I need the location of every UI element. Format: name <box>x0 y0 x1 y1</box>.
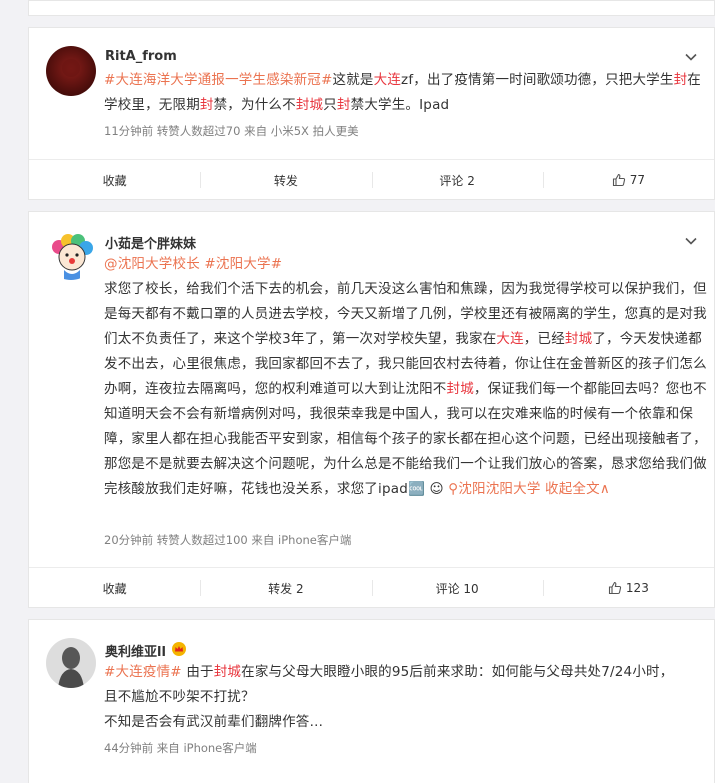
post-meta: 20分钟前 转赞人数超过100 来自 iPhone客户端 <box>104 533 352 547</box>
repost-label: 转发 2 <box>268 581 304 596</box>
thumbs-up-icon <box>612 173 625 187</box>
highlight-text: 封 <box>199 97 214 113</box>
avatar[interactable] <box>46 638 96 688</box>
username[interactable]: 奥利维亚ll <box>105 641 166 660</box>
collect-label: 收藏 <box>102 173 127 188</box>
chevron-down-icon[interactable] <box>684 50 698 64</box>
thumbs-up-icon <box>608 581 622 595</box>
action-bar: 收藏 转发 2 评论 10 123 <box>29 567 714 608</box>
inline-link[interactable]: 收起全文∧ <box>545 481 610 497</box>
repost-button[interactable]: 转发 2 <box>200 568 371 608</box>
comment-label: 评论 10 <box>435 581 479 596</box>
post-content: #大连疫情# 由于封城在家与父母大眼瞪小眼的95后前来求助：如何能与父母共处7/… <box>104 660 704 735</box>
chevron-down-icon[interactable] <box>684 234 698 248</box>
text-segment: 🆒 ☺ <box>407 481 449 497</box>
post-content: #大连海洋大学通报一学生感染新冠#这就是大连zf，出了疫情第一时间歌颂功德，只把… <box>104 68 704 118</box>
topic-link[interactable]: #大连海洋大学通报一学生感染新冠# <box>104 72 333 88</box>
like-button[interactable]: 123 <box>542 568 714 608</box>
topic-link[interactable]: #大连疫情# <box>104 664 182 680</box>
comment-label: 评论 2 <box>439 173 475 188</box>
post-card: 小茹是个胖妹妹 @沈阳大学校长 #沈阳大学# 求您了校长，给我们个活下去的机会，前… <box>28 211 715 608</box>
text-segment: 禁大学生。Ipad <box>350 97 450 113</box>
post-meta: 11分钟前 转赞人数超过70 来自 小米5X 拍人更美 <box>104 124 359 138</box>
username[interactable]: 小茹是个胖妹妹 <box>105 233 196 252</box>
post-content: @沈阳大学校长 #沈阳大学# 求您了校长，给我们个活下去的机会，前几天没这么害怕和… <box>104 252 707 502</box>
text-segment: 由于 <box>181 664 214 680</box>
previous-post-card <box>28 0 715 16</box>
inline-link[interactable]: @沈阳大学校长 <box>104 256 200 272</box>
post-card: RitA_from #大连海洋大学通报一学生感染新冠#这就是大连zf，出了疫情第… <box>28 27 715 200</box>
highlight-text: 封 <box>336 97 351 113</box>
text-segment: 这就是 <box>332 72 374 88</box>
text-segment: ，保证我们每一个都能回去吗？您也不知道明天会不会有新增病例对吗，我很荣幸我是中国… <box>104 381 707 497</box>
highlight-text: 封城 <box>213 664 242 680</box>
username[interactable]: RitA_from <box>105 49 177 64</box>
repost-label: 转发 <box>273 173 298 188</box>
avatar[interactable] <box>46 230 96 280</box>
action-bar: 收藏 转发 评论 2 77 <box>29 159 714 200</box>
highlight-text: 封城 <box>295 97 324 113</box>
highlight-text: 封 <box>673 72 688 88</box>
like-count: 77 <box>629 173 646 187</box>
collect-button[interactable]: 收藏 <box>29 568 200 608</box>
member-badge-icon[interactable] <box>172 642 186 656</box>
text-segment: 只 <box>323 97 337 113</box>
collect-button[interactable]: 收藏 <box>29 160 200 200</box>
inline-link[interactable]: ⚲沈阳沈阳大学 <box>448 481 540 497</box>
text-segment: 在家与父母大眼瞪小眼的95后前来求助：如何能与父母共处7/24小时， <box>241 664 674 680</box>
avatar[interactable] <box>46 46 96 96</box>
collect-label: 收藏 <box>102 581 127 596</box>
text-segment: ，已经 <box>523 331 565 347</box>
highlight-text: 封城 <box>564 331 593 347</box>
highlight-text: 大连 <box>496 331 524 347</box>
topic-link[interactable]: #沈阳大学# <box>204 256 282 272</box>
post-meta: 44分钟前 来自 iPhone客户端 <box>104 741 257 755</box>
like-count: 123 <box>625 581 649 595</box>
comment-button[interactable]: 评论 10 <box>371 568 543 608</box>
post-card: 奥利维亚ll #大连疫情# 由于封城在家与父母大眼瞪小眼的95后前来求助：如何能… <box>28 619 715 783</box>
text-segment: zf，出了疫情第一时间歌颂功德，只把大学生 <box>401 72 674 88</box>
comment-button[interactable]: 评论 2 <box>371 160 543 200</box>
like-button[interactable]: 77 <box>542 160 714 200</box>
text-segment: 禁，为什么不 <box>213 97 296 113</box>
highlight-text: 大连 <box>373 72 402 88</box>
text-segment: 不知是否会有武汉前辈们翻牌作答… <box>104 714 324 730</box>
highlight-text: 封城 <box>446 381 474 397</box>
text-segment: 且不尴尬不吵架不打扰？ <box>104 689 255 705</box>
repost-button[interactable]: 转发 <box>200 160 371 200</box>
